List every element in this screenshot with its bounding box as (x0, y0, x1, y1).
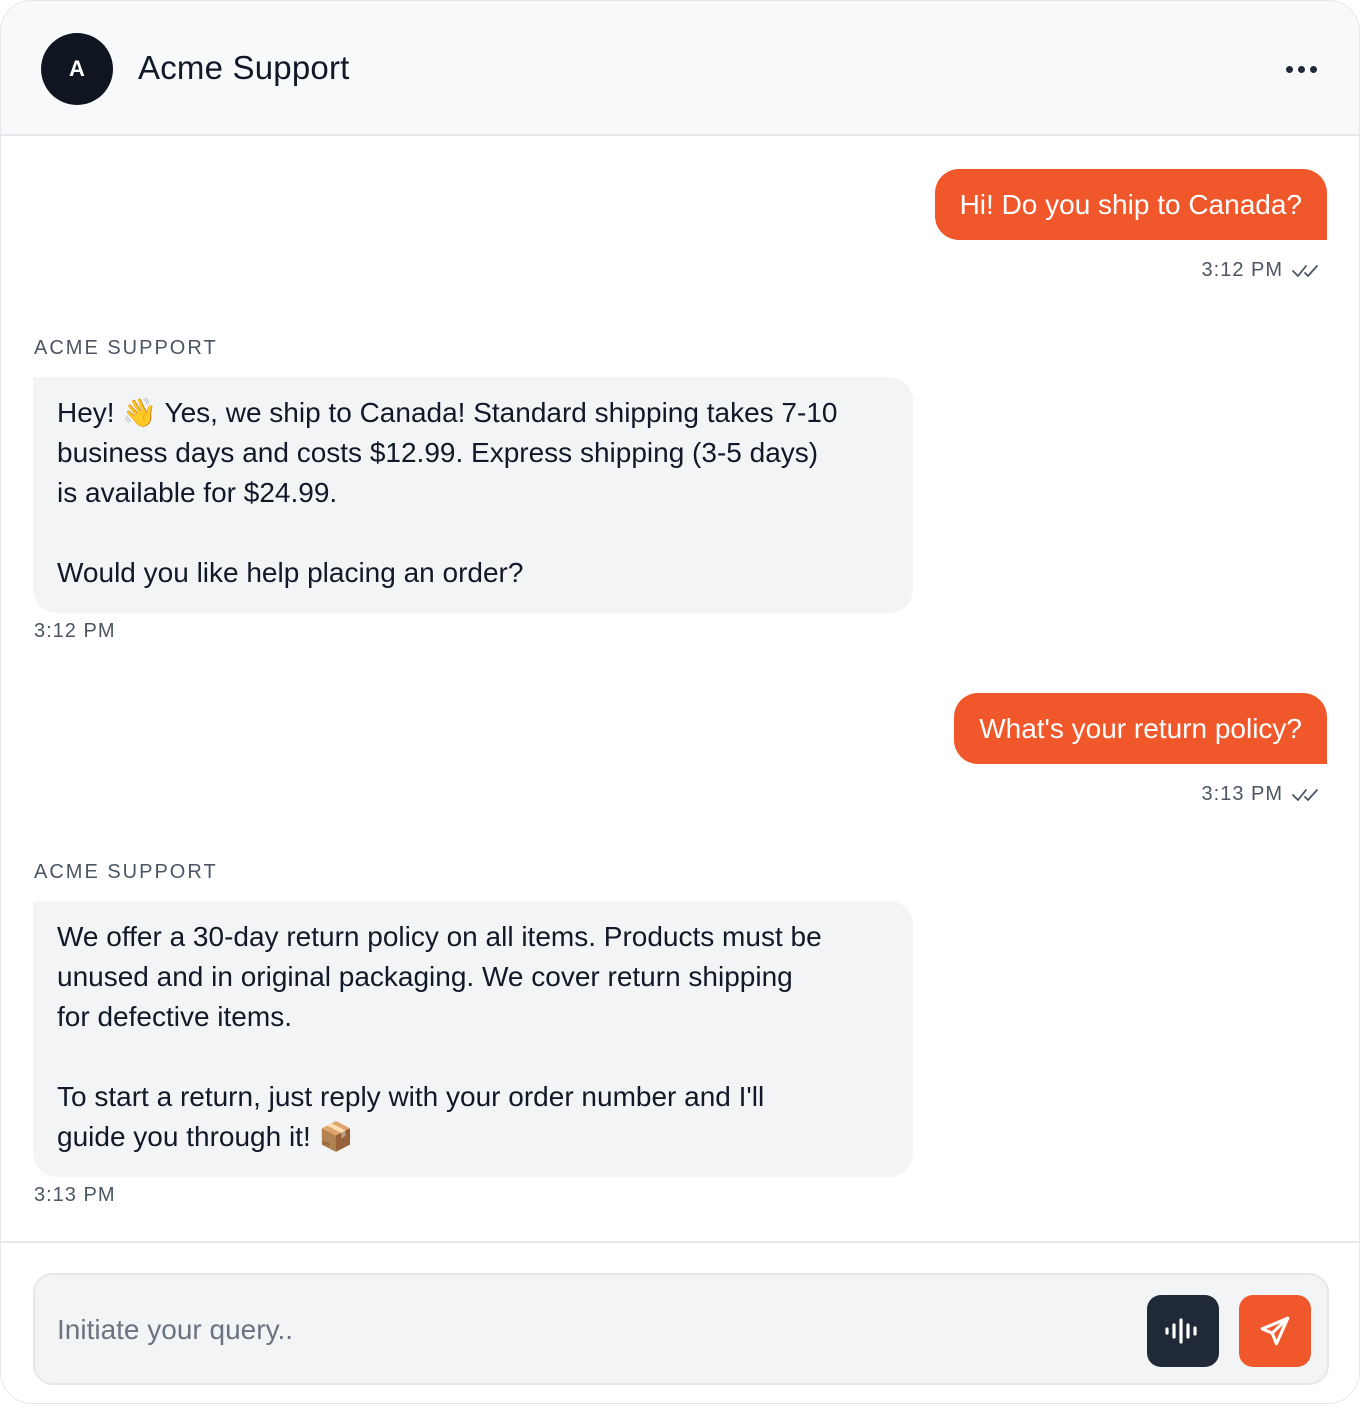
incoming-message: We offer a 30-day return policy on all i… (33, 901, 913, 1177)
message-time: 3:13 PM (1201, 783, 1283, 805)
message-paragraph: Would you like help placing an order? (57, 557, 524, 588)
outgoing-message: What's your return policy? (954, 693, 1327, 764)
sender-name: ACME SUPPORT (34, 337, 218, 359)
message-time: 3:12 PM (34, 620, 116, 642)
audio-waveform-icon (1165, 1318, 1197, 1344)
chat-header: A Acme Support (1, 1, 1359, 136)
message-meta: 3:12 PM (1202, 259, 1327, 282)
message-paragraph: To start a return, just reply with your … (57, 1081, 765, 1152)
outgoing-message: Hi! Do you ship to Canada? (934, 169, 1327, 240)
send-icon (1260, 1316, 1290, 1346)
voice-input-button[interactable] (1147, 1295, 1219, 1367)
message-input[interactable] (57, 1303, 1137, 1357)
message-paragraph: We offer a 30-day return policy on all i… (57, 921, 822, 1032)
more-horizontal-icon-dot (1297, 65, 1305, 73)
more-horizontal-icon-dot (1309, 65, 1317, 73)
avatar: A (41, 33, 113, 105)
message-meta: 3:13 PM (1202, 783, 1327, 806)
chat-window: A Acme Support Hi! Do you ship to Canada… (0, 0, 1360, 1404)
double-check-icon (1292, 264, 1318, 277)
message-text: What's your return policy? (979, 713, 1302, 744)
sender-name: ACME SUPPORT (34, 861, 218, 883)
message-time: 3:13 PM (34, 1184, 116, 1206)
message-text: Hi! Do you ship to Canada? (959, 189, 1302, 220)
message-composer (33, 1273, 1329, 1385)
send-button[interactable] (1239, 1295, 1311, 1367)
message-time: 3:12 PM (1201, 259, 1283, 281)
more-options-button[interactable] (1273, 49, 1329, 89)
incoming-message: Hey! 👋 Yes, we ship to Canada! Standard … (33, 377, 913, 613)
more-horizontal-icon (1285, 65, 1293, 73)
message-paragraph: Hey! 👋 Yes, we ship to Canada! Standard … (57, 397, 838, 508)
double-check-icon (1292, 788, 1318, 801)
page-title: Acme Support (138, 49, 350, 86)
